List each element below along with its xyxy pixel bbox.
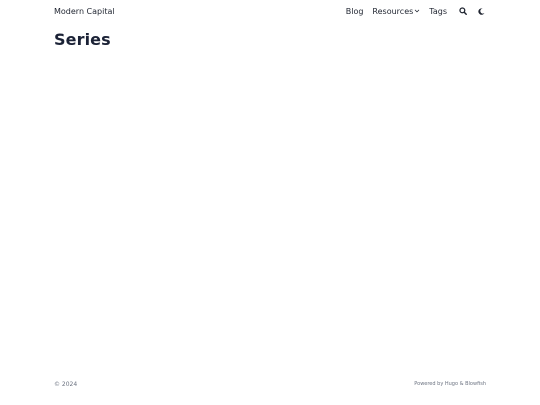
nav-resources-dropdown[interactable]: Resources (372, 7, 420, 16)
nav-resources-label: Resources (372, 6, 414, 16)
search-button[interactable] (458, 6, 468, 16)
chevron-down-icon (415, 9, 420, 13)
site-header: Modern Capital Blog Resources Tags (54, 0, 486, 22)
powered-by-text: Powered by Hugo & Blowfish (414, 381, 486, 387)
page: Modern Capital Blog Resources Tags Serie… (0, 0, 540, 405)
site-title-link[interactable]: Modern Capital (54, 7, 115, 16)
moon-icon (477, 7, 484, 15)
nav-tags-link[interactable]: Tags (429, 7, 447, 16)
nav-blog-link[interactable]: Blog (346, 7, 364, 16)
copyright-text: © 2024 (54, 380, 78, 388)
main-nav: Blog Resources Tags (346, 6, 486, 16)
page-title: Series (54, 30, 111, 49)
search-icon (459, 7, 467, 15)
site-footer: © 2024 Powered by Hugo & Blowfish (54, 378, 486, 390)
theme-toggle-button[interactable] (476, 6, 486, 16)
